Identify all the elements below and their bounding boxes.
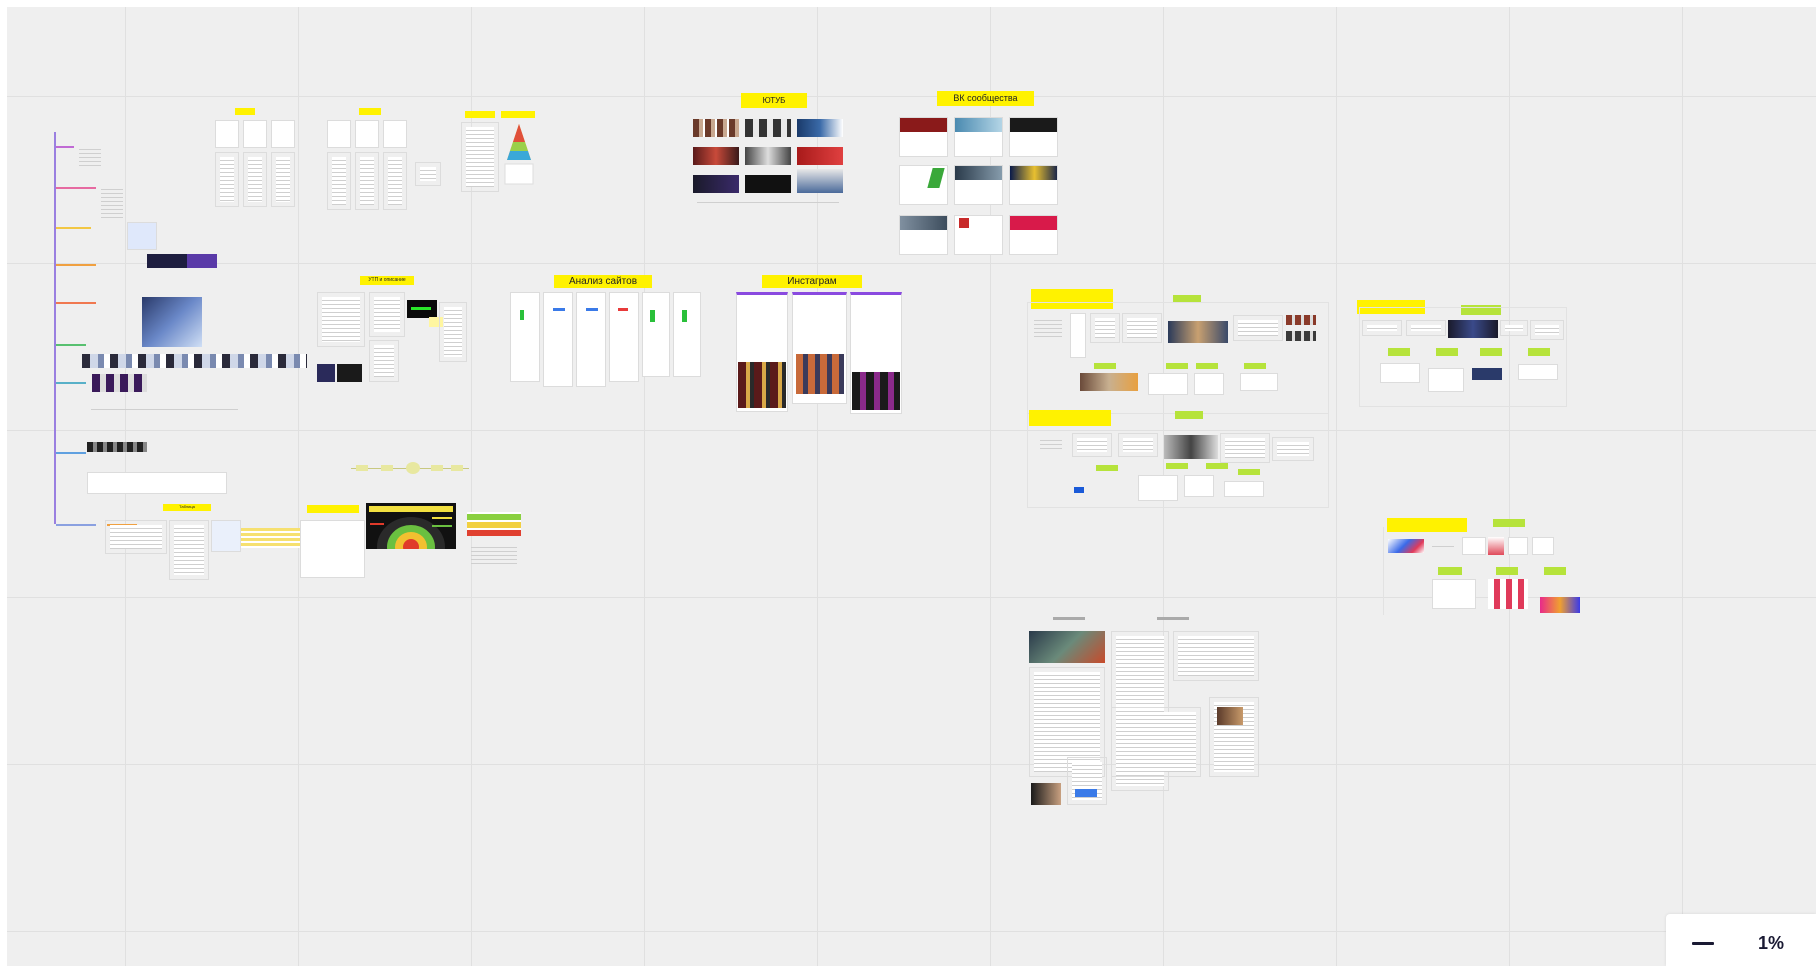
utp-board[interactable]: [317, 292, 467, 384]
research-cluster-c[interactable]: [1359, 307, 1567, 407]
research-cluster-d[interactable]: [1383, 527, 1584, 615]
tables-cluster[interactable]: [105, 520, 305, 582]
sticky-note-table[interactable]: Таблица: [163, 504, 211, 511]
site-analysis-board[interactable]: [510, 292, 702, 390]
doc-cluster-2[interactable]: [327, 120, 442, 212]
zoom-control: 1%: [1666, 914, 1816, 966]
frame-label-site-analysis[interactable]: Анализ сайтов: [554, 275, 652, 288]
research-cluster-b[interactable]: [1027, 407, 1329, 508]
frame-label-instagram[interactable]: Инстаграм: [762, 275, 862, 288]
zoom-out-button[interactable]: [1688, 931, 1718, 955]
sticky-note-small[interactable]: [465, 111, 495, 118]
minus-icon: [1692, 941, 1714, 945]
target-graphic: [369, 506, 453, 577]
articles-cluster[interactable]: [1027, 617, 1263, 807]
document-thumbnail[interactable]: [461, 122, 499, 192]
sticky-note-small[interactable]: [235, 108, 255, 115]
pyramid-graphic: [504, 124, 534, 185]
flow-diagram[interactable]: [351, 462, 469, 476]
green-label[interactable]: [1493, 519, 1525, 527]
sticky-note-small[interactable]: [307, 505, 359, 513]
research-cluster-a[interactable]: [1027, 302, 1329, 414]
sticky-note-utp[interactable]: УТП и описание: [360, 276, 414, 285]
sticky-note-small[interactable]: [501, 111, 535, 118]
frame-label-vk[interactable]: ВК сообщества: [937, 91, 1034, 106]
instagram-board[interactable]: [736, 292, 904, 414]
pyramid-chart[interactable]: [501, 122, 537, 187]
doc-cluster-1[interactable]: [215, 120, 295, 210]
vk-board[interactable]: [899, 117, 1059, 257]
target-chart[interactable]: [366, 503, 456, 577]
priority-table[interactable]: [467, 512, 521, 572]
whiteboard-canvas[interactable]: ЮТУБ ВК сообщества УТП и описание Анализ…: [7, 7, 1816, 966]
zoom-level: 1%: [1758, 933, 1785, 953]
sticky-note-small[interactable]: [359, 108, 381, 115]
frame-label-youtube[interactable]: ЮТУБ: [741, 93, 807, 108]
youtube-board[interactable]: [693, 119, 845, 211]
table-thumbnail[interactable]: [300, 520, 365, 578]
